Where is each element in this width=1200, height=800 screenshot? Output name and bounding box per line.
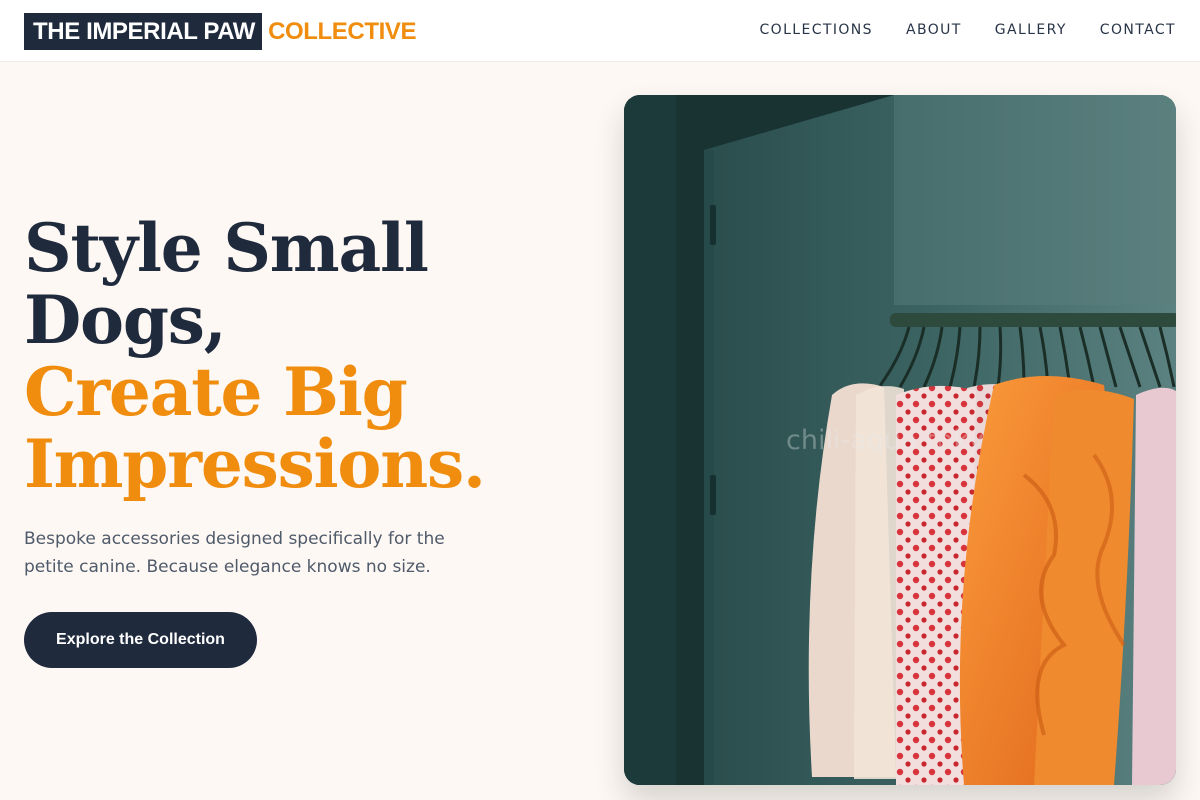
explore-collection-button[interactable]: Explore the Collection (24, 612, 257, 668)
hero-heading-line-1: Style Small (24, 209, 429, 287)
hero-heading-line-2: Dogs, (24, 281, 227, 359)
hero-heading-line-4: Impressions. (24, 425, 486, 503)
hero-image: chili-aqua.toky (624, 95, 1176, 785)
nav-link-contact[interactable]: CONTACT (1100, 22, 1176, 38)
nav-link-collections[interactable]: COLLECTIONS (759, 22, 872, 38)
main-nav: COLLECTIONS ABOUT GALLERY CONTACT (759, 22, 1176, 38)
brand-accent: COLLECTIVE (268, 18, 417, 45)
hero-subtitle: Bespoke accessories designed specificall… (24, 529, 445, 577)
hero-heading: Style Small Dogs, Create Big Impressions… (24, 209, 486, 503)
top-nav-bar: THE IMPERIAL PAW COLLECTIVE COLLECTIONS … (0, 0, 1200, 62)
image-watermark: chili-aqua.toky (786, 425, 984, 456)
hero-heading-line-3: Create Big (24, 353, 408, 431)
brand-logo[interactable]: THE IMPERIAL PAW COLLECTIVE (24, 13, 416, 50)
nav-link-gallery[interactable]: GALLERY (995, 22, 1067, 38)
nav-link-about[interactable]: ABOUT (906, 22, 962, 38)
brand-name: THE IMPERIAL PAW (24, 13, 263, 50)
